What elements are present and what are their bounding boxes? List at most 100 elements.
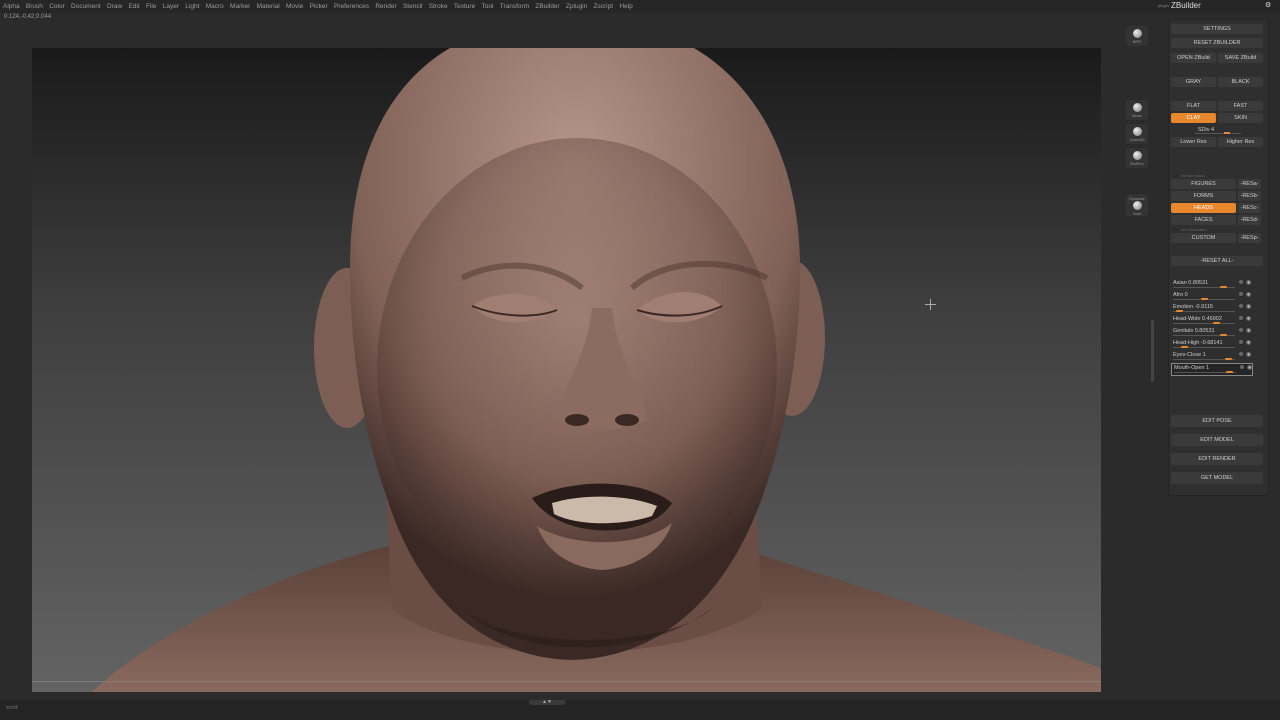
eye-icon[interactable]: ◉ (1246, 351, 1251, 358)
higher-res-button[interactable]: Higher Res (1218, 137, 1263, 147)
slider-emotion[interactable]: Emotion -0.9115 ◉ (1171, 303, 1251, 314)
menu-item-file[interactable]: File (146, 3, 156, 10)
black-button[interactable]: BLACK (1218, 77, 1263, 87)
menu-item-draw[interactable]: Draw (107, 3, 122, 10)
menu-item-document[interactable]: Document (71, 3, 101, 10)
zoom3d-button[interactable]: Zoom3D (1126, 124, 1148, 144)
menu-item-help[interactable]: Help (619, 3, 632, 10)
slider-lock-icon[interactable] (1239, 304, 1243, 308)
close-icon[interactable]: ⚙ (1265, 1, 1271, 9)
slider-knob[interactable] (1226, 371, 1234, 373)
menu-item-picker[interactable]: Picker (310, 3, 328, 10)
menu-item-stencil[interactable]: Stencil (403, 3, 423, 10)
heads-res-button[interactable]: -RESc- (1238, 203, 1261, 213)
slider-genitals[interactable]: Genitals 0.80531 ◉ (1171, 327, 1251, 338)
menu-item-render[interactable]: Render (375, 3, 396, 10)
slider-asian[interactable]: Asian 0.80531 ◉ (1171, 279, 1251, 290)
slider-lock-icon[interactable] (1239, 328, 1243, 332)
figures-res-button[interactable]: -RESa- (1238, 179, 1261, 189)
menu-item-texture[interactable]: Texture (454, 3, 475, 10)
fast-button[interactable]: FAST (1218, 101, 1263, 111)
slider-lock-icon[interactable] (1239, 292, 1243, 296)
eye-icon[interactable]: ◉ (1246, 339, 1251, 346)
bottom-shelf-toggle-icon[interactable]: ▲▼ (529, 700, 565, 705)
slider-knob[interactable] (1219, 334, 1227, 336)
menu-item-light[interactable]: Light (185, 3, 199, 10)
forms-res-button[interactable]: -RESb- (1238, 191, 1261, 201)
menu-item-movie[interactable]: Movie (286, 3, 303, 10)
slider-knob[interactable] (1200, 298, 1208, 300)
slider-knob[interactable] (1181, 346, 1189, 348)
menu-item-layer[interactable]: Layer (163, 3, 179, 10)
slider-head-high[interactable]: Head-High -0.68141 ◉ (1171, 339, 1251, 350)
heads-button[interactable]: HEADS (1171, 203, 1236, 213)
top-shelf (0, 22, 1160, 47)
eye-icon[interactable]: ◉ (1246, 279, 1251, 286)
get-model-button[interactable]: GET MODEL (1171, 472, 1263, 484)
bpr-render-button[interactable]: BPR (1126, 26, 1148, 46)
zoom-magnifier-icon (1132, 126, 1142, 136)
menu-item-transform[interactable]: Transform (500, 3, 529, 10)
edit-pose-button[interactable]: EDIT POSE (1171, 415, 1263, 427)
menu-item-macro[interactable]: Macro (206, 3, 224, 10)
menu-item-alpha[interactable]: Alpha (3, 3, 20, 10)
menu-item-zbuilder[interactable]: ZBuilder (535, 3, 559, 10)
eye-icon[interactable]: ◉ (1246, 327, 1251, 334)
edit-render-button[interactable]: EDIT RENDER (1171, 453, 1263, 465)
slider-knob[interactable] (1219, 286, 1227, 288)
edit-model-button[interactable]: EDIT MODEL (1171, 434, 1263, 446)
eye-icon[interactable]: ◉ (1247, 364, 1252, 371)
menu-item-brush[interactable]: Brush (26, 3, 43, 10)
eye-icon[interactable]: ◉ (1246, 315, 1251, 322)
flat-button[interactable]: FLAT (1171, 101, 1216, 111)
move-button[interactable]: Move (1126, 100, 1148, 120)
slider-track[interactable] (1173, 323, 1235, 324)
save-zbuild-button[interactable]: SAVE ZBuild (1218, 53, 1263, 63)
settings-button[interactable]: SETTINGS (1171, 24, 1263, 34)
menu-item-stroke[interactable]: Stroke (429, 3, 448, 10)
reset-zbuilder-button[interactable]: RESET ZBUILDER (1171, 38, 1263, 48)
head-model-render[interactable] (32, 48, 1101, 692)
panel-title[interactable]: ZBuilder (1171, 1, 1201, 10)
rotate-button[interactable]: RotFrm (1126, 148, 1148, 168)
skin-button[interactable]: SKIN (1218, 113, 1263, 123)
menu-item-edit[interactable]: Edit (128, 3, 139, 10)
document-canvas[interactable] (32, 48, 1101, 692)
menu-item-color[interactable]: Color (49, 3, 65, 10)
vertical-scroll-slider[interactable] (1151, 320, 1154, 382)
menu-item-tool[interactable]: Tool (482, 3, 494, 10)
figures-button[interactable]: FIGURES (1171, 179, 1236, 189)
slider-afro[interactable]: Afro 0 ◉ (1171, 291, 1251, 302)
slider-lock-icon[interactable] (1239, 352, 1243, 356)
menu-item-zplugin[interactable]: Zplugin (566, 3, 587, 10)
slider-knob[interactable] (1212, 322, 1220, 324)
menu-item-marker[interactable]: Marker (230, 3, 250, 10)
slider-lock-icon[interactable] (1240, 365, 1244, 369)
faces-button[interactable]: FACES (1171, 215, 1236, 225)
slider-lock-icon[interactable] (1239, 280, 1243, 284)
sdiv-track[interactable] (1195, 133, 1241, 134)
custom-res-button[interactable]: -RESp- (1238, 233, 1261, 243)
faces-res-button[interactable]: -RESd- (1238, 215, 1261, 225)
sdiv-knob[interactable] (1224, 132, 1230, 134)
slider-lock-icon[interactable] (1239, 340, 1243, 344)
menu-item-material[interactable]: Material (257, 3, 280, 10)
eye-icon[interactable]: ◉ (1246, 303, 1251, 310)
slider-eyes-close[interactable]: Eyes-Close 1 ◉ (1171, 351, 1251, 362)
solo-button[interactable]: Dynamic Solo (1126, 194, 1148, 216)
slider-knob[interactable] (1225, 358, 1233, 360)
clay-button[interactable]: CLAY (1171, 113, 1216, 123)
slider-mouth-open[interactable]: Mouth-Open 1 ◉ (1171, 363, 1253, 376)
gray-button[interactable]: GRAY (1171, 77, 1216, 87)
custom-button[interactable]: CUSTOM (1171, 233, 1236, 243)
slider-head-wide[interactable]: Head-Wide 0.46902 ◉ (1171, 315, 1251, 326)
lower-res-button[interactable]: Lower Res (1171, 137, 1216, 147)
open-zbuild-button[interactable]: OPEN ZBuild (1171, 53, 1216, 63)
menu-item-zscript[interactable]: Zscript (594, 3, 614, 10)
forms-button[interactable]: FORMS (1171, 191, 1236, 201)
reset-all-button[interactable]: -RESET ALL- (1171, 256, 1263, 266)
slider-lock-icon[interactable] (1239, 316, 1243, 320)
eye-icon[interactable]: ◉ (1246, 291, 1251, 298)
slider-knob[interactable] (1175, 310, 1183, 312)
menu-item-preferences[interactable]: Preferences (334, 3, 369, 10)
